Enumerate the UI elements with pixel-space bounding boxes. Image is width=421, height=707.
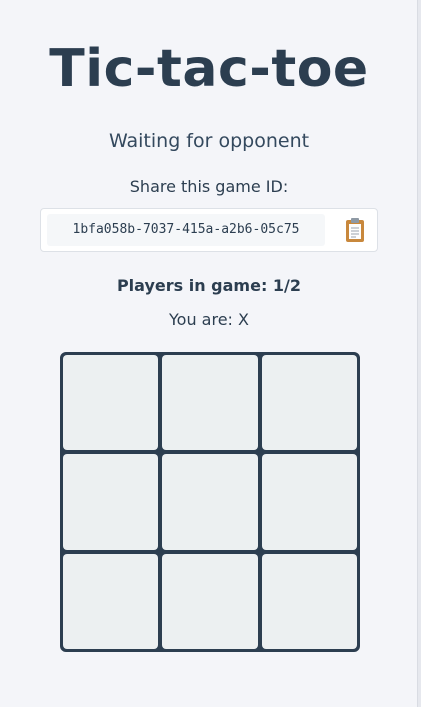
player-symbol: You are: X: [169, 310, 249, 329]
game-status: Waiting for opponent: [108, 130, 310, 152]
game-id-container: 1bfa058b-7037-415a-a2b6-05c75: [40, 208, 378, 252]
game-board: [60, 352, 360, 652]
copy-button[interactable]: [341, 215, 369, 245]
share-label: Share this game ID:: [129, 177, 289, 196]
board-cell-9[interactable]: [261, 553, 357, 649]
scrollbar[interactable]: [417, 0, 421, 707]
page-title: Tic-tac-toe: [49, 39, 369, 99]
board-cell-7[interactable]: [63, 553, 159, 649]
board-cell-4[interactable]: [63, 454, 159, 550]
board-cell-6[interactable]: [261, 454, 357, 550]
board-cell-8[interactable]: [162, 553, 258, 649]
board-cell-3[interactable]: [261, 355, 357, 451]
board-cell-2[interactable]: [162, 355, 258, 451]
board-cell-5[interactable]: [162, 454, 258, 550]
players-count: Players in game: 1/2: [116, 276, 302, 295]
board-cell-1[interactable]: [63, 355, 159, 451]
game-id-field[interactable]: 1bfa058b-7037-415a-a2b6-05c75: [47, 214, 325, 246]
clipboard-icon: [346, 218, 364, 242]
